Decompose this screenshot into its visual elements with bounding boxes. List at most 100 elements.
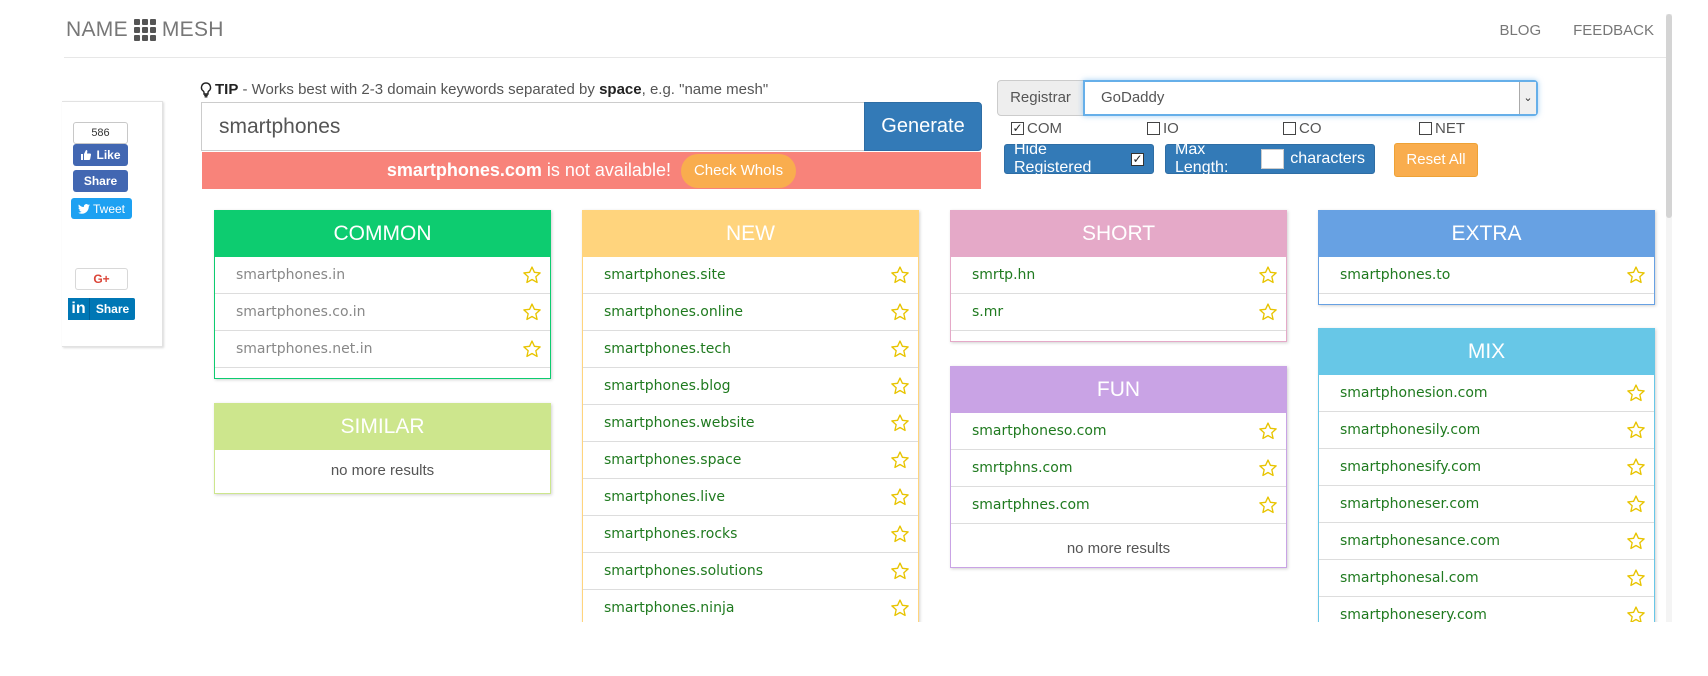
domain-name-link[interactable]: smartphones.to: [1340, 267, 1450, 283]
domain-row[interactable]: smartphones.blog: [583, 368, 918, 405]
domain-row[interactable]: smartphonesance.com: [1319, 523, 1654, 560]
favorite-star-icon[interactable]: [1625, 493, 1647, 515]
domain-name-link[interactable]: smartphones.solutions: [604, 563, 763, 579]
favorite-star-icon[interactable]: [521, 264, 543, 286]
domain-name-link[interactable]: smartphones.space: [604, 452, 741, 468]
domain-name-link[interactable]: s.mr: [972, 304, 1003, 320]
favorite-star-icon[interactable]: [1257, 301, 1279, 323]
favorite-star-icon[interactable]: [1257, 457, 1279, 479]
favorite-star-icon[interactable]: [1257, 494, 1279, 516]
favorite-star-icon[interactable]: [1625, 567, 1647, 589]
domain-row[interactable]: smartphoneser.com: [1319, 486, 1654, 523]
favorite-star-icon[interactable]: [521, 338, 543, 360]
tld-option-io[interactable]: IO: [1147, 120, 1179, 137]
generate-button[interactable]: Generate: [864, 102, 982, 151]
favorite-star-icon[interactable]: [1625, 382, 1647, 404]
domain-name-link[interactable]: smartphones.blog: [604, 378, 731, 394]
domain-name-link[interactable]: smartphoneso.com: [972, 423, 1107, 439]
domain-name-link[interactable]: smartphones.co.in: [236, 304, 366, 320]
favorite-star-icon[interactable]: [889, 412, 911, 434]
domain-row[interactable]: smartphonesal.com: [1319, 560, 1654, 597]
domain-row[interactable]: smartphones.solutions: [583, 553, 918, 590]
domain-name-link[interactable]: smartphnes.com: [972, 497, 1090, 513]
tld-option-co[interactable]: CO: [1283, 120, 1322, 137]
favorite-star-icon[interactable]: [889, 523, 911, 545]
domain-row[interactable]: smartphones.co.in: [215, 294, 550, 331]
nav-feedback-link[interactable]: FEEDBACK: [1573, 22, 1654, 39]
favorite-star-icon[interactable]: [889, 301, 911, 323]
domain-row[interactable]: smartphonesily.com: [1319, 412, 1654, 449]
domain-name-link[interactable]: smrtp.hn: [972, 267, 1035, 283]
max-length-input[interactable]: [1260, 149, 1285, 169]
favorite-star-icon[interactable]: [889, 560, 911, 582]
domain-row[interactable]: smrtp.hn: [951, 257, 1286, 294]
domain-name-link[interactable]: smartphones.tech: [604, 341, 731, 357]
hide-registered-checkbox[interactable]: ✓: [1131, 152, 1144, 166]
facebook-share-button[interactable]: Share: [73, 170, 128, 192]
google-plus-button[interactable]: G+: [75, 268, 128, 290]
reset-all-button[interactable]: Reset All: [1394, 143, 1478, 177]
domain-row[interactable]: smartphones.site: [583, 257, 918, 294]
favorite-star-icon[interactable]: [889, 375, 911, 397]
favorite-star-icon[interactable]: [889, 486, 911, 508]
domain-name-link[interactable]: smartphones.net.in: [236, 341, 373, 357]
favorite-star-icon[interactable]: [1257, 264, 1279, 286]
domain-name-link[interactable]: smartphones.ninja: [604, 600, 734, 616]
domain-name-link[interactable]: smartphonesal.com: [1340, 570, 1479, 586]
tld-com-checkbox[interactable]: ✓: [1011, 122, 1024, 135]
favorite-star-icon[interactable]: [889, 264, 911, 286]
chevron-down-icon[interactable]: ⌄: [1519, 82, 1536, 114]
keyword-search-input[interactable]: [201, 102, 864, 151]
domain-name-link[interactable]: smartphonesily.com: [1340, 422, 1480, 438]
twitter-tweet-button[interactable]: Tweet: [71, 198, 132, 219]
tld-io-checkbox[interactable]: [1147, 122, 1160, 135]
domain-row[interactable]: smartphones.to: [1319, 257, 1654, 294]
domain-row[interactable]: smartphones.live: [583, 479, 918, 516]
domain-row[interactable]: smartphoneso.com: [951, 413, 1286, 450]
favorite-star-icon[interactable]: [1625, 456, 1647, 478]
domain-row[interactable]: smartphones.net.in: [215, 331, 550, 368]
domain-row[interactable]: smartphnes.com: [951, 487, 1286, 524]
hide-registered-toggle[interactable]: Hide Registered ✓: [1004, 141, 1154, 176]
tld-net-checkbox[interactable]: [1419, 122, 1432, 135]
domain-row[interactable]: smartphonesify.com: [1319, 449, 1654, 486]
tld-option-com[interactable]: ✓ COM: [1011, 120, 1062, 137]
domain-row[interactable]: smrtphns.com: [951, 450, 1286, 487]
tld-option-net[interactable]: NET: [1419, 120, 1465, 137]
domain-name-link[interactable]: smartphones.live: [604, 489, 725, 505]
domain-row[interactable]: smartphones.website: [583, 405, 918, 442]
favorite-star-icon[interactable]: [521, 301, 543, 323]
domain-name-link[interactable]: smartphones.rocks: [604, 526, 737, 542]
brand-logo[interactable]: NAME MESH: [66, 18, 224, 42]
domain-name-link[interactable]: smartphonesery.com: [1340, 607, 1487, 623]
domain-name-link[interactable]: smartphones.site: [604, 267, 726, 283]
favorite-star-icon[interactable]: [1625, 419, 1647, 441]
domain-name-link[interactable]: smartphonesify.com: [1340, 459, 1481, 475]
nav-blog-link[interactable]: BLOG: [1499, 22, 1541, 39]
domain-name-link[interactable]: smartphoneser.com: [1340, 496, 1479, 512]
favorite-star-icon[interactable]: [1625, 264, 1647, 286]
favorite-star-icon[interactable]: [889, 338, 911, 360]
linkedin-share-button[interactable]: in Share: [68, 298, 135, 320]
domain-row[interactable]: smartphonesion.com: [1319, 375, 1654, 412]
domain-row[interactable]: smartphones.space: [583, 442, 918, 479]
facebook-like-button[interactable]: Like: [73, 144, 128, 166]
domain-row[interactable]: smartphones.in: [215, 257, 550, 294]
favorite-star-icon[interactable]: [1625, 530, 1647, 552]
registrar-select[interactable]: GoDaddy ⌄: [1083, 80, 1538, 116]
domain-row[interactable]: smartphones.rocks: [583, 516, 918, 553]
domain-name-link[interactable]: smartphonesion.com: [1340, 385, 1488, 401]
check-whois-button[interactable]: Check WhoIs: [680, 153, 797, 188]
tld-co-checkbox[interactable]: [1283, 122, 1296, 135]
domain-name-link[interactable]: smartphonesance.com: [1340, 533, 1500, 549]
favorite-star-icon[interactable]: [1257, 420, 1279, 442]
favorite-star-icon[interactable]: [889, 449, 911, 471]
domain-name-link[interactable]: smartphones.website: [604, 415, 755, 431]
domain-row[interactable]: smartphones.online: [583, 294, 918, 331]
domain-row[interactable]: s.mr: [951, 294, 1286, 331]
domain-name-link[interactable]: smartphones.in: [236, 267, 345, 283]
domain-name-link[interactable]: smartphones.online: [604, 304, 743, 320]
favorite-star-icon[interactable]: [889, 597, 911, 619]
domain-name-link[interactable]: smrtphns.com: [972, 460, 1072, 476]
page-scrollbar-thumb[interactable]: [1666, 14, 1672, 218]
